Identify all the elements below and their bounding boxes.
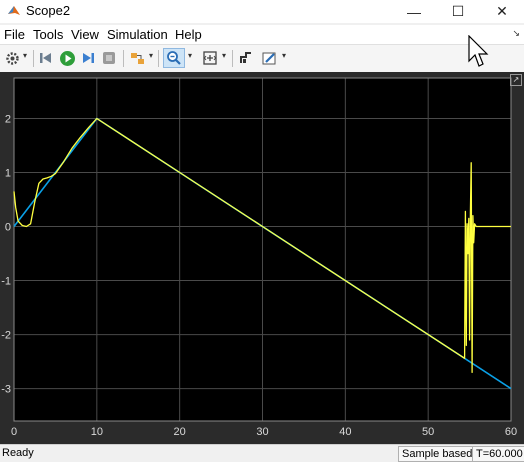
scope-plot-frame: 0 10 20 30 40 50 60 2 1 0 -1 -2 -3 <box>0 72 524 444</box>
toolbar: ▾ ▾ ▾ ▾ ▾ <box>0 44 524 74</box>
highlight-dropdown-icon[interactable]: ▾ <box>149 51 153 60</box>
zoom-fit-icon[interactable] <box>201 49 219 67</box>
x-tick-label: 30 <box>256 426 268 438</box>
x-tick-label: 0 <box>11 426 17 438</box>
time-readout: T=60.000 <box>472 446 524 462</box>
gear-icon[interactable] <box>3 49 21 67</box>
highlight-block-icon[interactable] <box>128 49 146 67</box>
dock-arrow-icon[interactable]: ↘ <box>512 28 520 39</box>
maximize-button[interactable]: ☐ <box>436 0 480 23</box>
cursor-measure-icon[interactable] <box>237 49 255 67</box>
run-icon[interactable] <box>58 49 76 67</box>
step-back-icon[interactable] <box>37 49 55 67</box>
stop-icon[interactable] <box>100 49 118 67</box>
menu-simulation[interactable]: Simulation <box>107 27 168 42</box>
style-icon[interactable] <box>260 49 278 67</box>
x-tick-label: 20 <box>174 426 186 438</box>
style-dropdown-icon[interactable]: ▾ <box>282 51 286 60</box>
menu-bar: File Tools View Simulation Help ↘ <box>0 25 524 44</box>
zoom-dropdown-icon[interactable]: ▾ <box>188 51 192 60</box>
minimize-button[interactable]: — <box>392 0 436 23</box>
mouse-pointer-icon <box>468 35 489 67</box>
y-tick-label: -1 <box>1 276 11 288</box>
x-tick-label: 10 <box>91 426 103 438</box>
matlab-logo-icon <box>8 6 20 15</box>
y-tick-label: 0 <box>5 222 11 234</box>
status-state: Ready <box>2 447 34 459</box>
x-tick-label: 50 <box>422 426 434 438</box>
y-tick-label: -3 <box>1 384 11 396</box>
title-bar: Scope2 — ☐ ✕ <box>0 0 524 23</box>
y-tick-label: 1 <box>5 168 11 180</box>
x-tick-label: 60 <box>505 426 517 438</box>
menu-help[interactable]: Help <box>175 27 202 42</box>
menu-view[interactable]: View <box>71 27 99 42</box>
close-button[interactable]: ✕ <box>480 0 524 23</box>
undock-icon[interactable]: ↗ <box>510 74 522 86</box>
toolbar-separator <box>33 50 34 67</box>
window-title: Scope2 <box>26 3 71 18</box>
menu-tools[interactable]: Tools <box>33 27 63 42</box>
toolbar-separator <box>158 50 159 67</box>
toolbar-separator <box>123 50 124 67</box>
step-forward-icon[interactable] <box>79 49 97 67</box>
sample-mode-label: Sample based <box>398 446 477 462</box>
menu-file[interactable]: File <box>4 27 25 42</box>
zoom-in-icon[interactable] <box>163 48 185 68</box>
y-tick-label: 2 <box>5 114 11 126</box>
toolbar-separator <box>232 50 233 67</box>
status-bar: Ready Sample based T=60.000 <box>0 444 524 462</box>
y-tick-label: -2 <box>1 330 11 342</box>
scope-plot[interactable]: 0 10 20 30 40 50 60210-1-2-3 <box>0 72 524 444</box>
gear-dropdown-icon[interactable]: ▾ <box>23 51 27 60</box>
x-tick-label: 40 <box>339 426 351 438</box>
zoom-fit-dropdown-icon[interactable]: ▾ <box>222 51 226 60</box>
